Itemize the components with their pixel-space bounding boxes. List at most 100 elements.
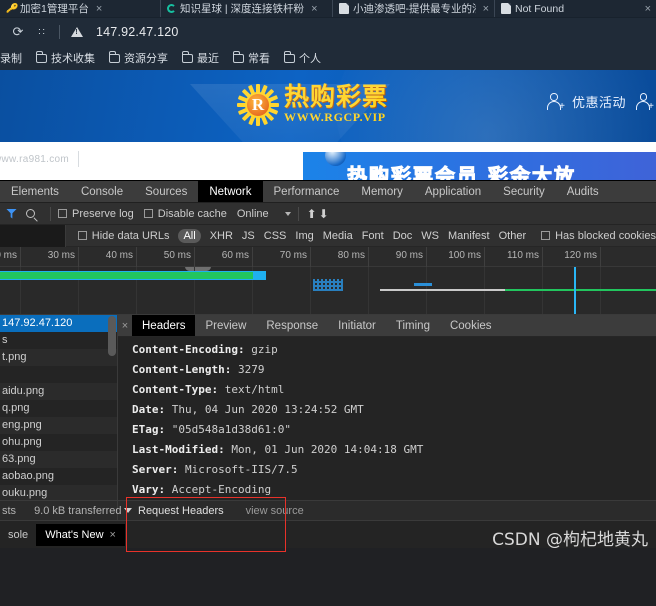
tab-memory[interactable]: Memory	[350, 181, 414, 202]
drawer-tab-console[interactable]: sole	[0, 525, 36, 545]
detail-tab-response[interactable]: Response	[256, 315, 328, 336]
request-headers-section[interactable]: Request Headers view source	[118, 500, 656, 520]
filter-type-all[interactable]: All	[178, 228, 201, 243]
tab-application[interactable]: Application	[414, 181, 492, 202]
browser-tab-1[interactable]: 知识星球 | 深度连接铁杆粉 ×	[160, 0, 332, 17]
detail-tab-cookies[interactable]: Cookies	[440, 315, 502, 336]
page-viewport: R 热购彩票 WWW.RGCP.VIP + 优惠活动 + www.ra981.c…	[0, 70, 656, 180]
tab-title: 加密1管理平台	[20, 3, 89, 15]
request-list-scrollbar[interactable]	[108, 316, 116, 356]
export-har-icon[interactable]: ⬇	[318, 207, 330, 221]
detail-tab-headers[interactable]: Headers	[132, 315, 196, 336]
header-row: ETag: "05d548a1d38d61:0"	[132, 420, 656, 440]
tab-audits[interactable]: Audits	[556, 181, 610, 202]
request-row-5[interactable]: q.png	[0, 400, 117, 417]
promo-banner[interactable]: 热购彩票会员 彩金大放	[303, 152, 656, 180]
browser-tab-0[interactable]: 🔑 加密1管理平台 ×	[0, 0, 160, 17]
drawer-tab-whats-new[interactable]: What's New ×	[36, 523, 125, 546]
request-row-2[interactable]: t.png	[0, 349, 117, 366]
address-bar-url[interactable]: 147.92.47.120	[96, 25, 179, 39]
header-value: Thu, 04 Jun 2020 13:24:52 GMT	[171, 403, 364, 416]
tab-sources[interactable]: Sources	[134, 181, 198, 202]
request-row-4[interactable]: aidu.png	[0, 383, 117, 400]
disable-cache-checkbox[interactable]: Disable cache	[143, 207, 227, 220]
site-url-text: WWW.RGCP.VIP	[284, 110, 386, 124]
filter-type-manifest[interactable]: Manifest	[448, 230, 490, 242]
request-row-7[interactable]: ohu.png	[0, 434, 117, 451]
search-icon[interactable]	[26, 209, 35, 218]
tab-network[interactable]: Network	[198, 181, 263, 202]
filter-type-ws[interactable]: WS	[421, 230, 439, 242]
tick-label: 120 ms	[564, 250, 597, 261]
site-logo[interactable]: R 热购彩票 WWW.RGCP.VIP	[237, 83, 388, 126]
browser-tab-2[interactable]: 小迪渗透吧-提供最专业的渗 ×	[332, 0, 494, 17]
header-value: Accept-Encoding	[171, 483, 272, 496]
filter-type-img[interactable]: Img	[295, 230, 313, 242]
request-row-0[interactable]: 147.92.47.120	[0, 315, 117, 332]
bookmark-item-3[interactable]: 最近	[175, 50, 226, 66]
promotions-link[interactable]: 优惠活动	[572, 92, 626, 111]
filter-type-css[interactable]: CSS	[264, 230, 287, 242]
reload-icon[interactable]: ⟳	[6, 21, 30, 43]
disable-cache-label: Disable cache	[157, 207, 227, 220]
not-secure-warning-icon[interactable]	[65, 21, 89, 43]
detail-tab-timing[interactable]: Timing	[386, 315, 440, 336]
filter-type-font[interactable]: Font	[362, 230, 384, 242]
bookmark-item-0[interactable]: 录制	[0, 50, 29, 66]
tick-label: 40 ms	[105, 250, 133, 261]
bookmark-label: 技术收集	[51, 53, 95, 65]
request-row-6[interactable]: eng.png	[0, 417, 117, 434]
filter-type-xhr[interactable]: XHR	[210, 230, 233, 242]
view-source-link[interactable]: view source	[246, 505, 304, 517]
bookmark-item-1[interactable]: 技术收集	[29, 50, 102, 66]
tab-close-icon[interactable]: ×	[311, 3, 317, 15]
bookmark-item-4[interactable]: 常看	[226, 50, 277, 66]
preserve-log-checkbox[interactable]: Preserve log	[58, 208, 134, 220]
tab-performance[interactable]: Performance	[263, 181, 351, 202]
folder-icon	[283, 51, 295, 63]
folder-icon	[108, 51, 120, 63]
tab-elements[interactable]: Elements	[0, 181, 70, 202]
filter-type-other[interactable]: Other	[499, 230, 527, 242]
request-detail-pane: × Headers Preview Response Initiator Tim…	[118, 315, 656, 520]
close-icon[interactable]: ×	[110, 525, 116, 545]
request-name: s	[2, 334, 8, 346]
network-overview-graph[interactable]	[0, 267, 656, 315]
filter-type-doc[interactable]: Doc	[393, 230, 413, 242]
tab-console[interactable]: Console	[70, 181, 134, 202]
close-icon[interactable]: ×	[118, 315, 132, 336]
request-row-8[interactable]: 63.png	[0, 451, 117, 468]
request-name: q.png	[2, 402, 30, 414]
site-header: R 热购彩票 WWW.RGCP.VIP + 优惠活动 +	[0, 70, 656, 142]
detail-tab-preview[interactable]: Preview	[195, 315, 256, 336]
bookmark-item-2[interactable]: 资源分享	[102, 50, 175, 66]
user-add-icon[interactable]: +	[546, 93, 565, 112]
page-left-watermark: www.ra981.com	[0, 151, 80, 167]
filter-funnel-icon[interactable]	[6, 208, 17, 219]
throttling-select[interactable]: Online	[237, 208, 291, 220]
request-name: aobao.png	[2, 470, 54, 482]
tab-close-icon[interactable]: ×	[645, 3, 651, 15]
tab-close-icon[interactable]: ×	[483, 3, 489, 15]
filter-input[interactable]	[0, 224, 66, 247]
request-row-3[interactable]	[0, 366, 117, 383]
import-har-icon[interactable]: ⬆	[306, 207, 318, 221]
request-row-10[interactable]: ouku.png	[0, 485, 117, 500]
filter-type-media[interactable]: Media	[323, 230, 353, 242]
browser-tab-3[interactable]: Not Found ×	[494, 0, 656, 17]
has-blocked-cookies-checkbox[interactable]: Has blocked cookies	[541, 230, 656, 242]
hide-data-urls-checkbox[interactable]: Hide data URLs	[77, 230, 169, 242]
tab-security[interactable]: Security	[492, 181, 556, 202]
request-row-9[interactable]: aobao.png	[0, 468, 117, 485]
user-add-icon[interactable]: +	[635, 93, 654, 112]
whats-new-label: What's New	[45, 528, 104, 541]
bookmark-item-5[interactable]: 个人	[277, 50, 328, 66]
filter-type-js[interactable]: JS	[242, 230, 255, 242]
tab-close-icon[interactable]: ×	[96, 3, 102, 15]
detail-tab-initiator[interactable]: Initiator	[328, 315, 386, 336]
apps-grid-icon[interactable]: ∷	[30, 21, 54, 43]
overview-marker	[414, 283, 432, 286]
browser-navbar: ⟳ ∷ 147.92.47.120	[0, 18, 656, 46]
browser-tabstrip: 🔑 加密1管理平台 × 知识星球 | 深度连接铁杆粉 × 小迪渗透吧-提供最专业…	[0, 0, 656, 18]
request-row-1[interactable]: s	[0, 332, 117, 349]
